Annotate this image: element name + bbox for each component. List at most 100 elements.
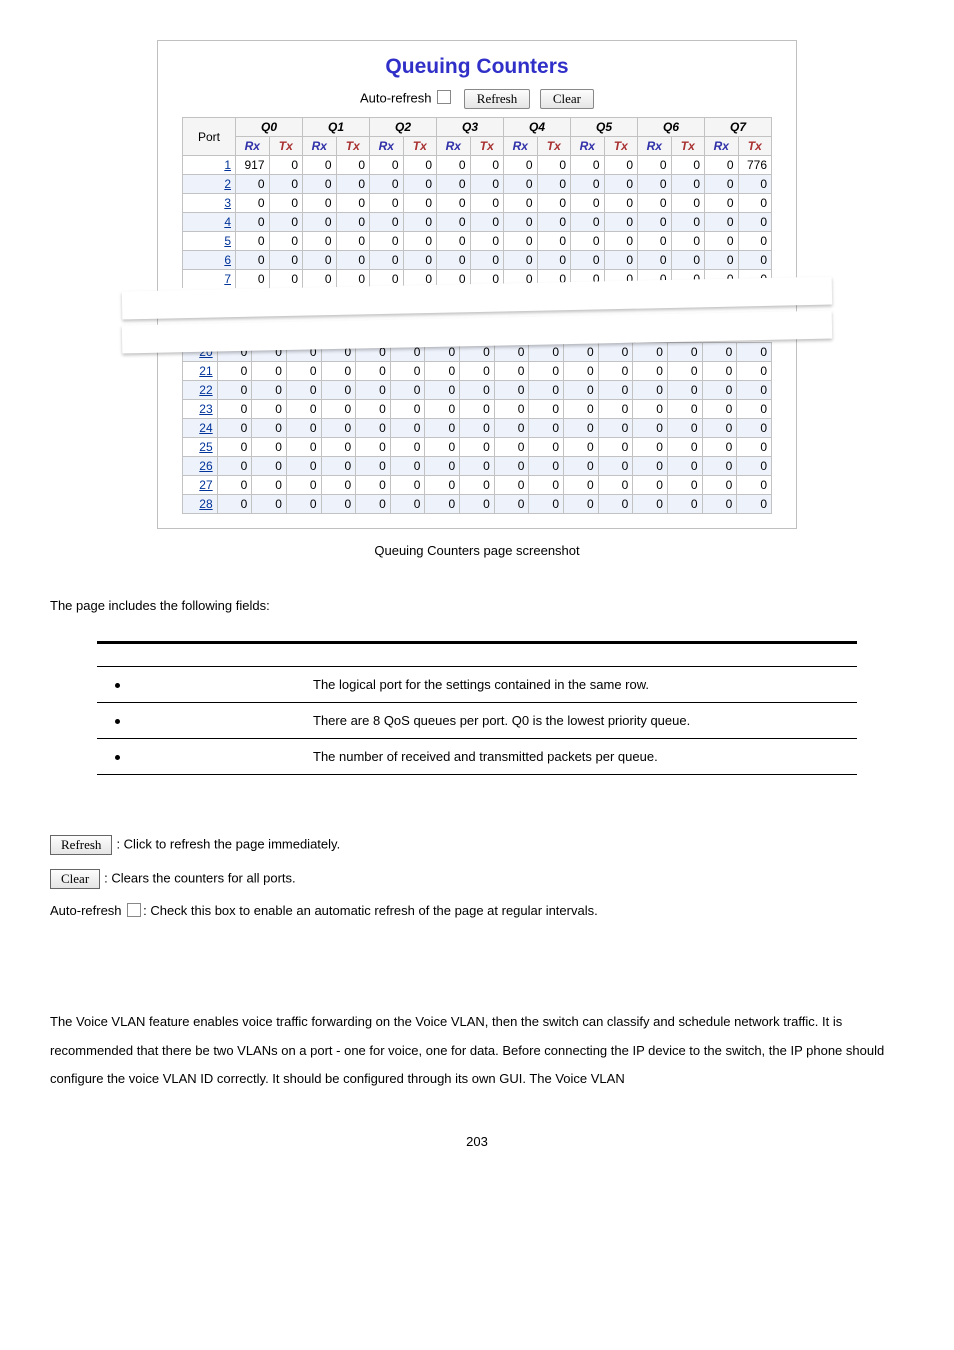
port-link[interactable]: 3 — [183, 194, 236, 213]
counter-cell: 0 — [537, 175, 571, 194]
refresh-button[interactable]: Refresh — [464, 89, 530, 109]
counter-cell: 0 — [269, 213, 303, 232]
counter-cell: 0 — [667, 476, 702, 495]
counter-cell: 0 — [356, 438, 391, 457]
counter-cell: 0 — [460, 400, 495, 419]
tx-header: Tx — [269, 137, 303, 156]
counter-cell: 0 — [529, 457, 564, 476]
counter-cell: 0 — [356, 419, 391, 438]
counter-cell: 0 — [390, 438, 425, 457]
port-link[interactable]: 26 — [183, 457, 218, 476]
counter-cell: 0 — [702, 343, 737, 362]
counter-cell: 0 — [667, 343, 702, 362]
port-link[interactable]: 4 — [183, 213, 236, 232]
table-row: 20000000000000000 — [183, 175, 772, 194]
counter-cell: 0 — [504, 251, 538, 270]
counter-cell: 0 — [390, 457, 425, 476]
counter-cell: 0 — [598, 457, 633, 476]
counter-cell: 0 — [705, 232, 739, 251]
counter-cell: 0 — [336, 213, 370, 232]
counter-cell: 0 — [667, 438, 702, 457]
counter-cell: 0 — [269, 251, 303, 270]
counter-cell: 0 — [425, 381, 460, 400]
clear-button[interactable]: Clear — [540, 89, 594, 109]
counter-cell: 0 — [286, 495, 321, 514]
counter-cell: 0 — [494, 495, 529, 514]
counter-cell: 0 — [321, 400, 356, 419]
refresh-desc: : Click to refresh the page immediately. — [116, 836, 340, 851]
counter-cell: 0 — [737, 400, 772, 419]
counter-cell: 0 — [737, 362, 772, 381]
field-label — [97, 703, 301, 739]
counter-cell: 0 — [321, 495, 356, 514]
counter-cell: 0 — [460, 419, 495, 438]
auto-refresh-label: Auto-refresh — [360, 90, 432, 105]
port-link[interactable]: 7 — [183, 270, 236, 289]
counter-cell: 0 — [321, 362, 356, 381]
table-row: 230000000000000000 — [183, 400, 772, 419]
counter-cell: 0 — [286, 381, 321, 400]
port-link[interactable]: 2 — [183, 175, 236, 194]
counter-cell: 0 — [598, 400, 633, 419]
table-row: 240000000000000000 — [183, 419, 772, 438]
counter-cell: 0 — [671, 175, 705, 194]
counter-cell: 0 — [702, 400, 737, 419]
counter-cell: 0 — [470, 251, 504, 270]
counter-cell: 0 — [303, 232, 337, 251]
counter-cell: 0 — [633, 438, 668, 457]
auto-refresh-checkbox[interactable] — [437, 90, 451, 104]
field-row: There are 8 QoS queues per port. Q0 is t… — [97, 703, 857, 739]
counter-cell: 0 — [370, 156, 404, 175]
counter-cell: 0 — [667, 381, 702, 400]
port-link[interactable]: 5 — [183, 232, 236, 251]
port-link[interactable]: 22 — [183, 381, 218, 400]
counter-cell: 0 — [269, 175, 303, 194]
port-link[interactable]: 28 — [183, 495, 218, 514]
counter-cell: 0 — [702, 457, 737, 476]
counter-cell: 0 — [303, 156, 337, 175]
port-link[interactable]: 21 — [183, 362, 218, 381]
counter-cell: 0 — [504, 213, 538, 232]
counter-cell: 0 — [437, 213, 471, 232]
counter-cell: 0 — [702, 419, 737, 438]
port-link[interactable]: 6 — [183, 251, 236, 270]
counter-cell: 0 — [633, 457, 668, 476]
counter-cell: 0 — [336, 194, 370, 213]
auto-refresh-text: Auto-refresh — [50, 903, 122, 918]
counter-cell: 0 — [737, 438, 772, 457]
counter-cell: 0 — [356, 400, 391, 419]
counter-cell: 0 — [671, 156, 705, 175]
counter-cell: 0 — [633, 419, 668, 438]
counter-cell: 0 — [738, 175, 772, 194]
counter-cell: 0 — [529, 400, 564, 419]
clear-desc: : Clears the counters for all ports. — [104, 870, 295, 885]
port-link[interactable]: 27 — [183, 476, 218, 495]
port-link[interactable]: 1 — [183, 156, 236, 175]
counter-cell: 0 — [598, 362, 633, 381]
counter-cell: 0 — [403, 156, 437, 175]
tx-header: Tx — [604, 137, 638, 156]
queue-header: Q2 — [370, 118, 437, 137]
counter-cell: 0 — [370, 232, 404, 251]
field-label — [97, 739, 301, 775]
counter-cell: 0 — [598, 381, 633, 400]
counter-cell: 0 — [390, 362, 425, 381]
counter-cell: 0 — [217, 438, 252, 457]
counter-cell: 0 — [217, 476, 252, 495]
rx-header: Rx — [303, 137, 337, 156]
counter-cell: 0 — [529, 419, 564, 438]
counter-cell: 0 — [336, 232, 370, 251]
counter-cell: 0 — [269, 156, 303, 175]
counter-cell: 0 — [460, 362, 495, 381]
counter-cell: 0 — [390, 495, 425, 514]
counter-cell: 0 — [705, 194, 739, 213]
tx-header: Tx — [671, 137, 705, 156]
counter-cell: 0 — [217, 362, 252, 381]
port-link[interactable]: 23 — [183, 400, 218, 419]
rx-header: Rx — [437, 137, 471, 156]
counter-cell: 0 — [321, 476, 356, 495]
table-row: 260000000000000000 — [183, 457, 772, 476]
port-link[interactable]: 25 — [183, 438, 218, 457]
auto-refresh-desc-row: Auto-refresh : Check this box to enable … — [50, 903, 904, 918]
port-link[interactable]: 24 — [183, 419, 218, 438]
